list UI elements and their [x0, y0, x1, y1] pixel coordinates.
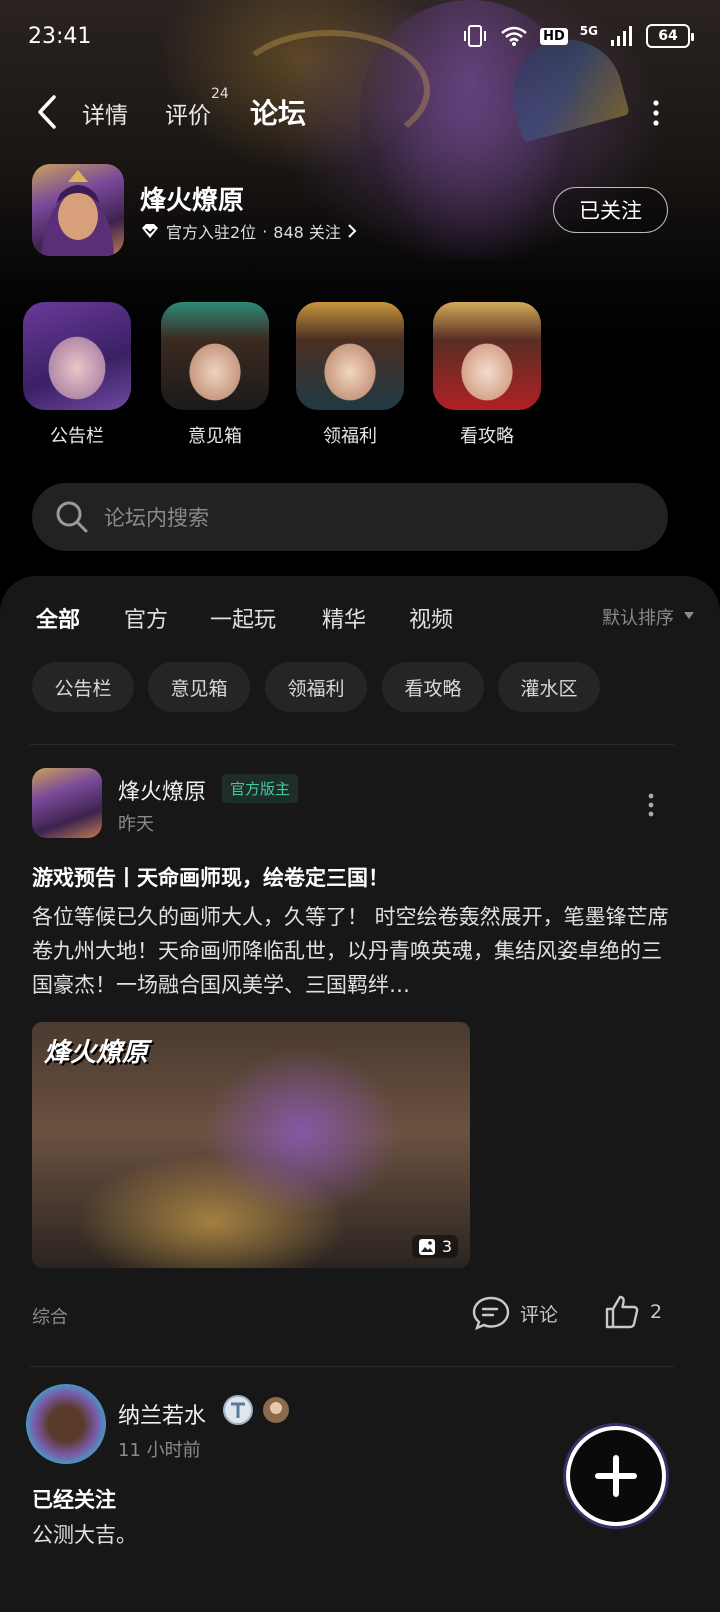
comment-button[interactable]: 评论 — [472, 1296, 558, 1330]
feed-tab-play-together[interactable]: 一起玩 — [210, 602, 276, 634]
create-post-button[interactable] — [566, 1426, 666, 1526]
diamond-icon — [142, 224, 158, 238]
announcements-image — [23, 302, 131, 410]
post-time: 11 小时前 — [118, 1440, 201, 1461]
user-medal-icon — [263, 1397, 289, 1423]
search-placeholder: 论坛内搜索 — [104, 506, 209, 530]
thumbs-up-icon — [605, 1295, 639, 1329]
divider — [30, 1366, 674, 1367]
post-image[interactable]: 烽火燎原 3 — [32, 1022, 470, 1268]
post-author[interactable]: 烽火燎原 — [118, 774, 206, 806]
feed-tab-featured[interactable]: 精华 — [322, 602, 366, 634]
chip-feedback[interactable]: 意见箱 — [148, 662, 250, 712]
post-author[interactable]: 纳兰若水 — [118, 1398, 206, 1430]
image-count: 3 — [441, 1237, 452, 1256]
chip-chat[interactable]: 灌水区 — [498, 662, 600, 712]
post-body: 各位等候已久的画师大人，久等了！ 时空绘卷轰然展开，笔墨锋芒席卷九州大地！天命画… — [32, 905, 669, 997]
official-moderator-badge: 官方版主 — [222, 774, 299, 803]
follower-count: 848 关注 — [273, 223, 341, 242]
post-body: 公测大吉。 — [32, 1523, 137, 1547]
gallery-icon — [418, 1238, 435, 1255]
chevron-right-icon — [348, 224, 357, 238]
top-nav: 详情 评价 24 论坛 — [0, 80, 720, 140]
forum-name: 烽火燎原 — [140, 186, 245, 216]
tab-details[interactable]: 详情 — [82, 96, 128, 130]
shortcut-label: 意见箱 — [188, 426, 242, 447]
forum-avatar[interactable] — [32, 164, 124, 256]
more-options-icon[interactable] — [650, 98, 662, 128]
forum-search-bar[interactable]: 论坛内搜索 — [32, 483, 668, 551]
author-avatar[interactable] — [32, 768, 102, 838]
tab-reviews[interactable]: 评价 — [165, 96, 211, 130]
guides-image — [433, 302, 541, 410]
shortcut-label: 公告栏 — [50, 426, 104, 447]
status-bar: 23:41 HD 5G 64 — [0, 0, 720, 72]
shortcut-announcements[interactable]: 公告栏 — [22, 302, 132, 448]
like-count: 2 — [650, 1301, 663, 1323]
author-avatar[interactable] — [26, 1384, 106, 1464]
feed-tab-video[interactable]: 视频 — [409, 602, 453, 634]
like-button[interactable]: 2 — [604, 1294, 662, 1330]
feed-tab-all[interactable]: 全部 — [36, 602, 81, 634]
network-label: 5G — [579, 24, 598, 38]
wifi-icon — [501, 26, 527, 46]
chip-rewards[interactable]: 领福利 — [265, 662, 367, 712]
back-icon[interactable] — [34, 94, 64, 130]
reviews-count-badge: 24 — [211, 86, 229, 102]
post-title: 已经关注 — [32, 1488, 116, 1512]
hero-portrait-image — [42, 170, 114, 256]
post-time: 昨天 — [118, 814, 154, 835]
image-logo: 烽火燎原 — [44, 1038, 149, 1068]
signal-icon — [611, 26, 632, 46]
status-time: 23:41 — [28, 24, 92, 49]
chip-guides[interactable]: 看攻略 — [382, 662, 484, 712]
official-count: 官方入驻2位 — [166, 223, 257, 242]
post-more-icon[interactable] — [647, 792, 655, 818]
tab-forum[interactable]: 论坛 — [247, 92, 309, 134]
comment-icon — [472, 1296, 510, 1330]
meta-separator: · — [262, 221, 268, 241]
shortcut-label: 看攻略 — [460, 426, 514, 447]
post-title: 游戏预告丨天命画师现，绘卷定三国！ — [32, 866, 389, 890]
post-category-tag[interactable]: 综合 — [32, 1303, 68, 1329]
sort-dropdown[interactable]: 默认排序 — [602, 604, 674, 630]
forum-meta[interactable]: 官方入驻2位 · 848 关注 — [140, 219, 357, 243]
battery-level: 64 — [658, 28, 678, 44]
shortcut-guides[interactable]: 看攻略 — [432, 302, 542, 448]
shortcut-feedback[interactable]: 意见箱 — [160, 302, 270, 448]
status-icons: HD 5G 64 — [462, 24, 694, 48]
divider — [30, 744, 674, 745]
feed-tab-official[interactable]: 官方 — [124, 602, 168, 634]
plus-icon — [595, 1455, 637, 1497]
chevron-down-icon — [684, 612, 694, 619]
vibrate-icon — [464, 25, 487, 47]
forum-header: 23:41 HD 5G 64 详情 评价 24 论坛 烽火燎原 官方入驻2位 ·… — [0, 0, 720, 590]
rewards-image — [296, 302, 404, 410]
battery-icon: 64 — [646, 24, 694, 48]
search-icon — [56, 501, 88, 533]
user-level-icon — [223, 1395, 253, 1425]
feedback-image — [161, 302, 269, 410]
shortcut-label: 领福利 — [323, 426, 377, 447]
image-count-badge: 3 — [411, 1235, 458, 1258]
hd-icon: HD — [540, 27, 568, 45]
chip-announcements[interactable]: 公告栏 — [32, 662, 134, 712]
shortcut-rewards[interactable]: 领福利 — [295, 302, 405, 448]
comment-label: 评论 — [520, 1303, 559, 1326]
followed-button[interactable]: 已关注 — [553, 187, 668, 233]
